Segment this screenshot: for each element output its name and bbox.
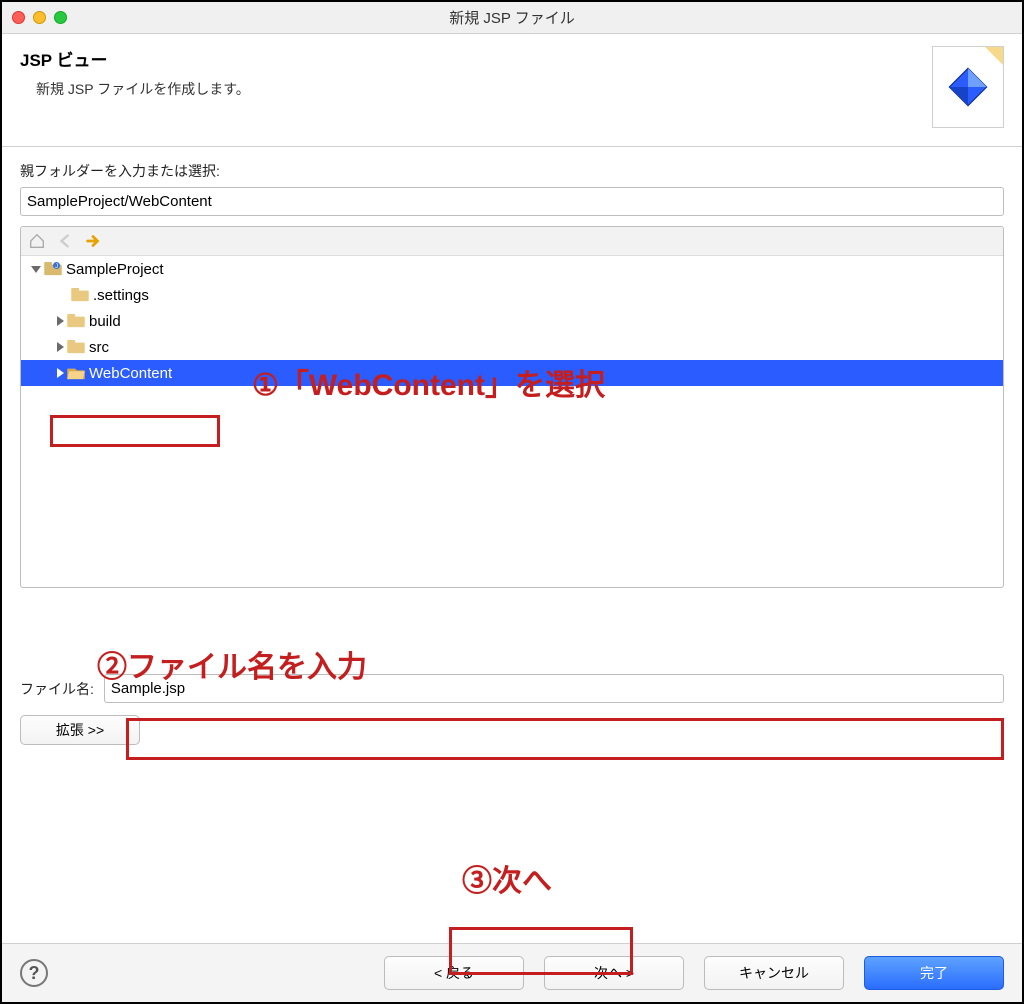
folder-icon	[67, 340, 85, 354]
expand-toggle-icon[interactable]	[31, 266, 41, 273]
tree-label: WebContent	[89, 365, 172, 382]
expand-button[interactable]: 拡張 >>	[20, 715, 140, 745]
wizard-footer: ? < 戻る 次へ > キャンセル 完了	[2, 943, 1022, 1002]
folder-tree[interactable]: J SampleProject .settings build	[20, 226, 1004, 588]
tree-label: SampleProject	[66, 261, 164, 278]
home-icon[interactable]	[27, 231, 47, 251]
project-icon: J	[44, 262, 62, 276]
wizard-subtitle: 新規 JSP ファイルを作成します。	[36, 79, 932, 99]
tree-label: .settings	[93, 287, 149, 304]
cancel-button[interactable]: キャンセル	[704, 956, 844, 990]
next-button[interactable]: 次へ >	[544, 956, 684, 990]
folder-icon	[67, 314, 85, 328]
forward-icon[interactable]	[83, 231, 103, 251]
tree-item-project-root[interactable]: J SampleProject	[21, 256, 1003, 282]
wizard-title: JSP ビュー	[20, 46, 932, 71]
finish-button[interactable]: 完了	[864, 956, 1004, 990]
tree-label: build	[89, 313, 121, 330]
filename-input[interactable]	[104, 674, 1004, 703]
filename-label: ファイル名:	[20, 679, 94, 699]
jsp-file-icon	[932, 46, 1004, 128]
tree-toolbar	[21, 227, 1003, 256]
folder-open-icon	[67, 366, 85, 380]
expand-toggle-icon[interactable]	[57, 342, 64, 352]
expand-toggle-icon[interactable]	[57, 316, 64, 326]
tree-item-src[interactable]: src	[21, 334, 1003, 360]
annotation-step3: ③次へ	[462, 856, 552, 900]
expand-toggle-icon[interactable]	[57, 368, 64, 378]
back-button[interactable]: < 戻る	[384, 956, 524, 990]
parent-folder-label: 親フォルダーを入力または選択:	[20, 161, 1004, 181]
tree-item-webcontent[interactable]: WebContent	[21, 360, 1003, 386]
parent-folder-input[interactable]	[20, 187, 1004, 216]
wizard-header: JSP ビュー 新規 JSP ファイルを作成します。	[2, 34, 1022, 147]
tree-item-build[interactable]: build	[21, 308, 1003, 334]
help-button[interactable]: ?	[20, 959, 48, 987]
window-title: 新規 JSP ファイル	[2, 7, 1022, 28]
window-titlebar: 新規 JSP ファイル	[2, 2, 1022, 34]
back-icon[interactable]	[55, 231, 75, 251]
tree-label: src	[89, 339, 109, 356]
tree-item-settings[interactable]: .settings	[21, 282, 1003, 308]
folder-icon	[71, 288, 89, 302]
svg-text:J: J	[55, 263, 58, 270]
